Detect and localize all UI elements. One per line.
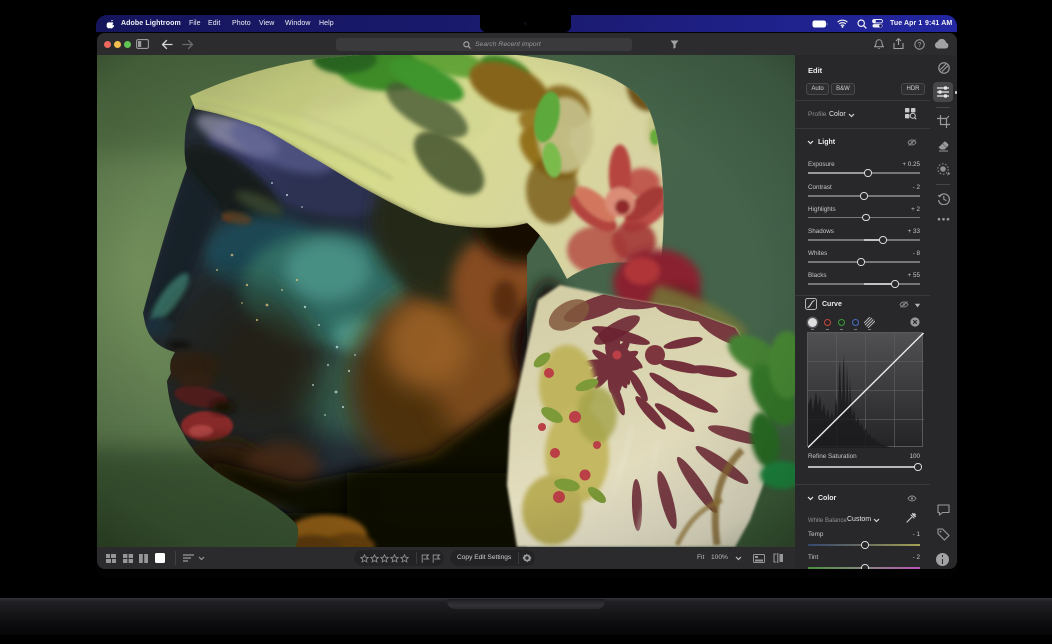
svg-text:?: ? [918, 42, 922, 49]
